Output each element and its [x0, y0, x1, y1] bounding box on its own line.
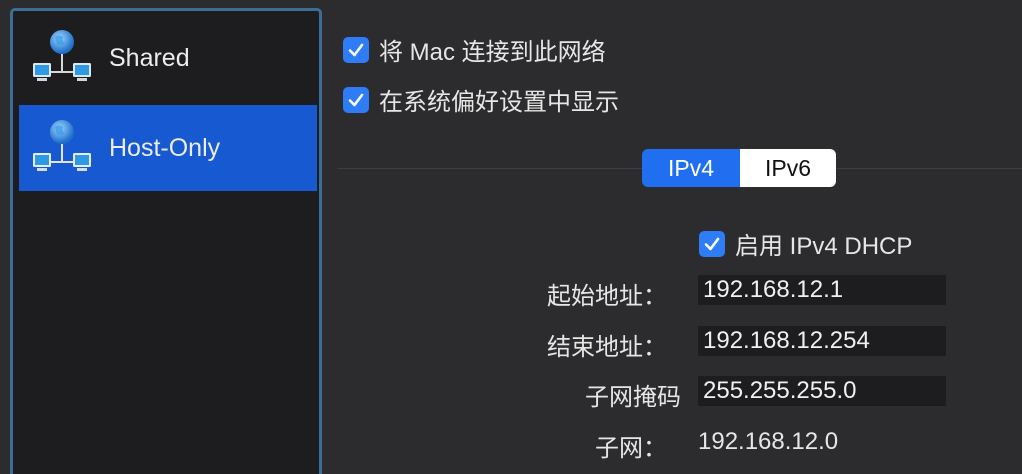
checkmark-icon: [348, 93, 364, 106]
sidebar-item-label: Host-Only: [109, 133, 221, 162]
connect-mac-option[interactable]: 将 Mac 连接到此网络: [343, 32, 606, 67]
checkmark-icon: [348, 43, 364, 56]
enable-dhcp-checkbox[interactable]: [699, 230, 725, 257]
ip-version-segmented-control: IPv4 IPv6: [642, 149, 836, 187]
enable-dhcp-label: 启用 IPv4 DHCP: [735, 233, 913, 260]
subnet-mask-field[interactable]: [698, 376, 946, 406]
network-globe-icon: [33, 120, 91, 171]
enable-dhcp-option[interactable]: 启用 IPv4 DHCP: [699, 226, 912, 261]
subnet-value: 192.168.12.0: [698, 428, 839, 455]
network-globe-icon: [33, 30, 91, 81]
start-address-field[interactable]: [698, 275, 946, 305]
sidebar-item-label: Shared: [109, 43, 190, 72]
show-in-prefs-checkbox[interactable]: [343, 86, 369, 113]
connect-mac-checkbox[interactable]: [343, 36, 369, 63]
end-address-field[interactable]: [698, 326, 946, 356]
end-address-label: 结束地址：: [547, 334, 667, 361]
sidebar-item-host-only[interactable]: Host-Only: [19, 105, 317, 191]
connect-mac-label: 将 Mac 连接到此网络: [379, 39, 606, 66]
network-sidebar: Shared Host-Only: [10, 8, 322, 474]
subnet-label: 子网：: [595, 435, 667, 462]
checkmark-icon: [704, 237, 720, 250]
network-settings-window: Shared Host-Only 将 Mac 连接到此网络 在系统偏好设置中显示…: [0, 0, 1022, 474]
start-address-label: 起始地址：: [547, 283, 667, 310]
show-in-prefs-option[interactable]: 在系统偏好设置中显示: [343, 82, 619, 117]
tab-ipv4[interactable]: IPv4: [642, 149, 740, 187]
subnet-mask-label: 子网掩码: [585, 384, 681, 411]
sidebar-item-shared[interactable]: Shared: [19, 18, 317, 98]
tab-ipv6[interactable]: IPv6: [740, 149, 836, 187]
show-in-prefs-label: 在系统偏好设置中显示: [379, 89, 619, 116]
